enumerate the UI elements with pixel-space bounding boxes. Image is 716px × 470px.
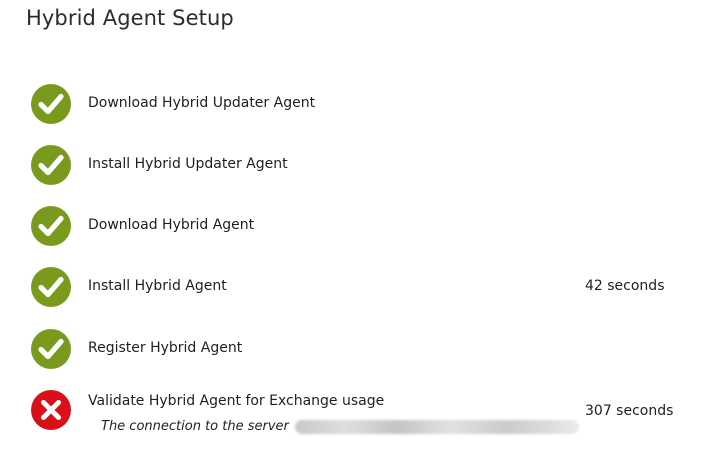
step-duration: 307 seconds	[585, 403, 674, 419]
redacted-server-name	[294, 419, 579, 434]
check-icon	[30, 144, 72, 186]
check-icon	[30, 328, 72, 370]
check-icon	[30, 83, 72, 125]
step-install-updater-agent: Install Hybrid Updater Agent	[0, 144, 716, 188]
error-message: The connection to the server	[101, 419, 579, 434]
error-message-text: The connection to the server	[101, 419, 289, 434]
step-duration: 42 seconds	[585, 278, 665, 294]
step-download-hybrid-agent: Download Hybrid Agent	[0, 205, 716, 249]
step-download-updater-agent: Download Hybrid Updater Agent	[0, 83, 716, 127]
step-label: Download Hybrid Updater Agent	[88, 95, 316, 111]
step-label: Install Hybrid Updater Agent	[88, 156, 288, 172]
step-register-hybrid-agent: Register Hybrid Agent	[0, 328, 716, 372]
step-label: Install Hybrid Agent	[88, 278, 227, 294]
step-validate-hybrid-agent: Validate Hybrid Agent for Exchange usage…	[0, 389, 716, 439]
step-label: Register Hybrid Agent	[88, 340, 243, 356]
page-title: Hybrid Agent Setup	[26, 6, 234, 30]
check-icon	[30, 205, 72, 247]
step-label: Validate Hybrid Agent for Exchange usage	[88, 393, 385, 409]
step-install-hybrid-agent: Install Hybrid Agent 42 seconds	[0, 266, 716, 310]
check-icon	[30, 266, 72, 308]
step-label: Download Hybrid Agent	[88, 217, 255, 233]
error-x-icon	[30, 389, 72, 431]
